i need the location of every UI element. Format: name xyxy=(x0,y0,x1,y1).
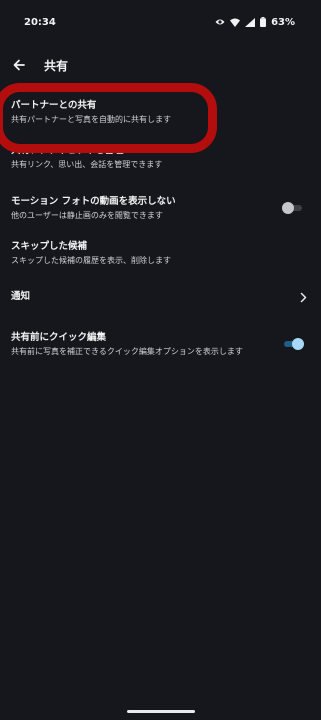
setting-title: モーション フォトの動画を表示しない xyxy=(11,195,176,207)
setting-title: 共有アクティビティを管理 xyxy=(11,144,124,156)
setting-skipped-suggestions[interactable]: スキップした候補 スキップした候補の履歴を表示、削除します xyxy=(0,234,321,272)
toggle-switch[interactable] xyxy=(282,202,304,214)
setting-quick-edit[interactable]: 共有前にクイック編集 共有前に写真を補正できるクイック編集オプションを表示します xyxy=(0,322,321,366)
eye-icon xyxy=(215,18,225,26)
setting-notifications[interactable]: 通知 xyxy=(0,272,321,322)
app-bar: 共有 xyxy=(0,44,321,86)
battery-percent: 63% xyxy=(271,16,295,28)
setting-subtitle: 共有前に写真を補正できるクイック編集オプションを表示します xyxy=(11,346,243,356)
setting-subtitle: スキップした候補の履歴を表示、削除します xyxy=(11,255,171,265)
toggle-switch[interactable] xyxy=(282,338,304,350)
wifi-icon xyxy=(230,18,241,27)
setting-manage-activity[interactable]: 共有アクティビティを管理 共有リンク、思い出、会話を管理できます xyxy=(0,132,321,182)
chevron-right-icon xyxy=(300,288,307,307)
setting-subtitle: 他のユーザーは静止画のみを閲覧できます xyxy=(11,210,163,220)
battery-icon xyxy=(260,17,267,27)
status-time: 20:34 xyxy=(24,16,56,28)
arrow-left-icon xyxy=(13,59,25,71)
page-title: 共有 xyxy=(44,58,69,73)
setting-subtitle: 共有パートナーと写真を自動的に共有します xyxy=(11,114,171,124)
setting-title: スキップした候補 xyxy=(11,240,88,252)
setting-title: 共有前にクイック編集 xyxy=(11,331,107,343)
setting-title: パートナーとの共有 xyxy=(11,99,97,111)
settings-list: パートナーとの共有 共有パートナーと写真を自動的に共有します 共有アクティビティ… xyxy=(0,92,321,366)
toggle-thumb xyxy=(282,202,294,214)
status-icons: 63% xyxy=(215,17,295,28)
setting-partner-sharing[interactable]: パートナーとの共有 共有パートナーと写真を自動的に共有します xyxy=(0,92,321,132)
setting-hide-motion-video[interactable]: モーション フォトの動画を表示しない 他のユーザーは静止画のみを閲覧できます xyxy=(0,182,321,234)
setting-title: 通知 xyxy=(11,291,31,302)
setting-subtitle: 共有リンク、思い出、会話を管理できます xyxy=(11,159,163,169)
status-bar: 20:34 63% xyxy=(0,0,321,44)
toggle-thumb xyxy=(292,338,304,350)
back-button[interactable] xyxy=(2,48,36,82)
home-indicator[interactable] xyxy=(127,710,195,713)
signal-icon xyxy=(245,17,256,27)
